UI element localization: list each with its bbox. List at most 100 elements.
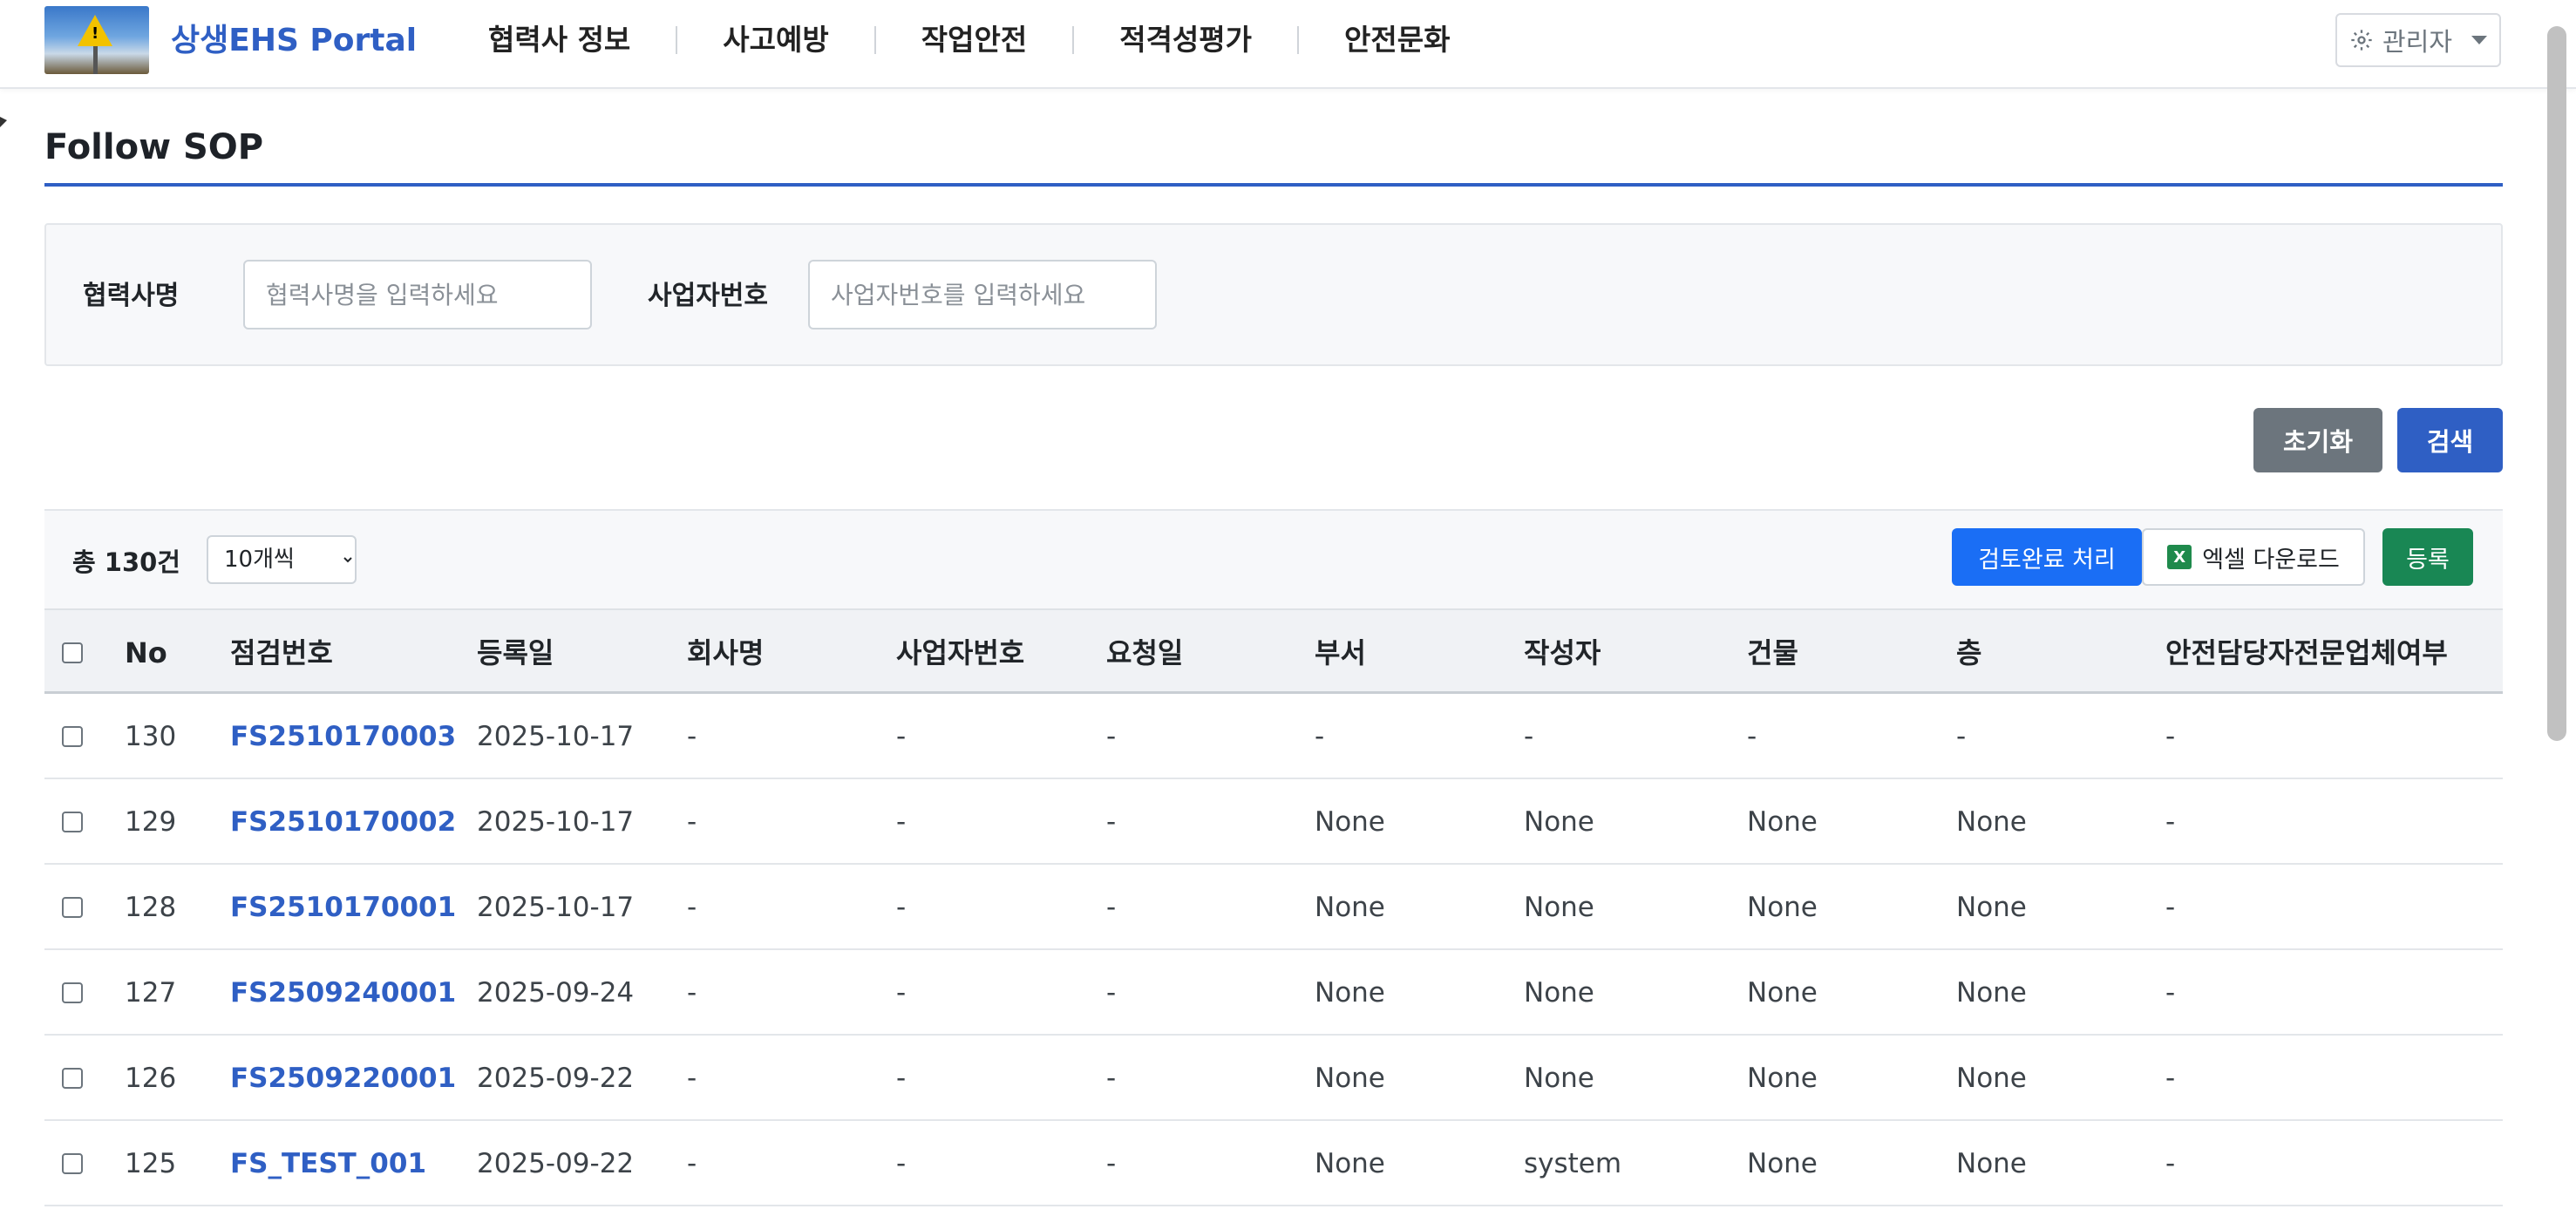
cell-author: None [1524,892,1594,923]
cell-bizno: - [896,892,907,923]
gear-icon [2351,30,2372,51]
cell-no: 125 [125,1148,177,1179]
register-button[interactable]: 등록 [2382,528,2473,586]
cell-department: None [1315,806,1385,838]
nav-divider [873,26,876,54]
column-header[interactable]: 안전담당자전문업체여부 [2165,610,2448,696]
inspection-number-link[interactable]: FS2510170001 [230,865,456,950]
cell-reg-date: 2025-09-24 [477,977,635,1009]
cell-request-date: - [1106,806,1117,838]
cell-building: - [1747,721,1757,752]
table-row[interactable]: 126 FS2509220001 2025-09-22 - - - None N… [44,1036,2503,1121]
nav-partner-info[interactable]: 협력사 정보 [488,17,630,63]
row-checkbox[interactable] [62,897,83,918]
business-number-input[interactable] [808,260,1157,329]
page-title: Follow SOP [44,127,264,167]
cell-bizno: - [896,721,907,752]
search-button[interactable]: 검색 [2397,408,2503,472]
excel-download-button[interactable]: X 엑셀 다운로드 [2142,528,2365,586]
admin-label: 관리자 [2382,27,2453,57]
top-header: ! 상생EHS Portal 협력사 정보 사고예방 작업안전 적격성평가 안전… [0,0,2576,89]
page-size-select[interactable]: 10개씩 [207,535,357,584]
column-header[interactable]: No [125,610,167,696]
table-row[interactable]: 129 FS2510170002 2025-10-17 - - - None N… [44,779,2503,865]
table-row[interactable]: 128 FS2510170001 2025-10-17 - - - None N… [44,865,2503,950]
table-row[interactable]: 130 FS2510170003 2025-10-17 - - - - - - … [44,694,2503,779]
cell-building: None [1747,1148,1818,1179]
mouse-cursor-icon [0,117,7,127]
cell-reg-date: 2025-09-22 [477,1148,635,1179]
cell-author: None [1524,1063,1594,1094]
row-checkbox[interactable] [62,726,83,747]
cell-floor: None [1956,806,2027,838]
cell-bizno: - [896,1063,907,1094]
company-name-input[interactable] [243,260,592,329]
reset-button[interactable]: 초기화 [2253,408,2382,472]
cell-author: system [1524,1148,1622,1179]
column-header[interactable]: 회사명 [687,610,764,696]
select-all-checkbox[interactable] [62,642,83,663]
inspection-number-link[interactable]: FS2510170003 [230,694,456,779]
mark-reviewed-button[interactable]: 검토완료 처리 [1952,528,2142,586]
brand-title[interactable]: 상생EHS Portal [171,19,417,63]
column-header[interactable]: 등록일 [477,610,554,696]
column-header[interactable]: 사업자번호 [896,610,1024,696]
excel-download-label: 엑셀 다운로드 [2202,546,2340,574]
row-checkbox[interactable] [62,812,83,832]
company-name-label: 협력사명 [83,281,180,311]
cell-safety-specialist: - [2165,892,2176,923]
cell-no: 126 [125,1063,177,1094]
inspection-number-link[interactable]: FS2509240001 [230,950,456,1036]
column-header[interactable]: 건물 [1747,610,1798,696]
cell-company: - [687,1063,697,1094]
cell-department: None [1315,977,1385,1009]
cell-company: - [687,892,697,923]
cell-bizno: - [896,806,907,838]
cell-no: 129 [125,806,177,838]
row-checkbox[interactable] [62,1153,83,1174]
logo-image[interactable]: ! [44,6,149,74]
nav-accident-prevention[interactable]: 사고예방 [723,17,828,63]
nav-qualification-eval[interactable]: 적격성평가 [1119,17,1252,63]
cell-request-date: - [1106,892,1117,923]
row-checkbox[interactable] [62,1068,83,1089]
inspection-number-link[interactable]: FS2510170002 [230,779,456,865]
cell-building: None [1747,1063,1818,1094]
cell-author: - [1524,721,1534,752]
table-row[interactable]: 127 FS2509240001 2025-09-24 - - - None N… [44,950,2503,1036]
row-checkbox[interactable] [62,982,83,1003]
caret-down-icon [2471,36,2488,44]
cell-department: None [1315,1063,1385,1094]
cell-safety-specialist: - [2165,721,2176,752]
cell-author: None [1524,806,1594,838]
cell-reg-date: 2025-10-17 [477,806,635,838]
cell-company: - [687,1148,697,1179]
excel-icon: X [2167,545,2192,569]
nav-safety-culture[interactable]: 안전문화 [1344,17,1450,63]
column-header[interactable]: 부서 [1315,610,1366,696]
cell-safety-specialist: - [2165,1063,2176,1094]
inspection-number-link[interactable]: FS2509220001 [230,1036,456,1121]
cell-building: None [1747,892,1818,923]
cell-building: None [1747,806,1818,838]
cell-floor: None [1956,1063,2027,1094]
cell-company: - [687,721,697,752]
cell-safety-specialist: - [2165,1148,2176,1179]
column-header[interactable]: 작성자 [1524,610,1601,696]
page-scrollbar[interactable] [2547,26,2566,741]
cell-safety-specialist: - [2165,977,2176,1009]
table-row[interactable]: 125 FS_TEST_001 2025-09-22 - - - None sy… [44,1121,2503,1206]
column-header[interactable]: 점검번호 [230,610,333,696]
cell-company: - [687,977,697,1009]
column-header[interactable]: 요청일 [1106,610,1183,696]
table-header: No 점검번호 등록일 회사명 사업자번호 요청일 부서 작성자 건물 층 안전… [44,608,2503,694]
cell-company: - [687,806,697,838]
inspection-number-link[interactable]: FS_TEST_001 [230,1121,426,1206]
nav-divider [1297,26,1300,54]
cell-building: None [1747,977,1818,1009]
main-nav: 협력사 정보 사고예방 작업안전 적격성평가 안전문화 [488,17,1450,63]
nav-work-safety[interactable]: 작업안전 [921,17,1027,63]
admin-menu-button[interactable]: 관리자 [2335,13,2501,67]
cell-floor: None [1956,977,2027,1009]
column-header[interactable]: 층 [1956,610,1981,696]
